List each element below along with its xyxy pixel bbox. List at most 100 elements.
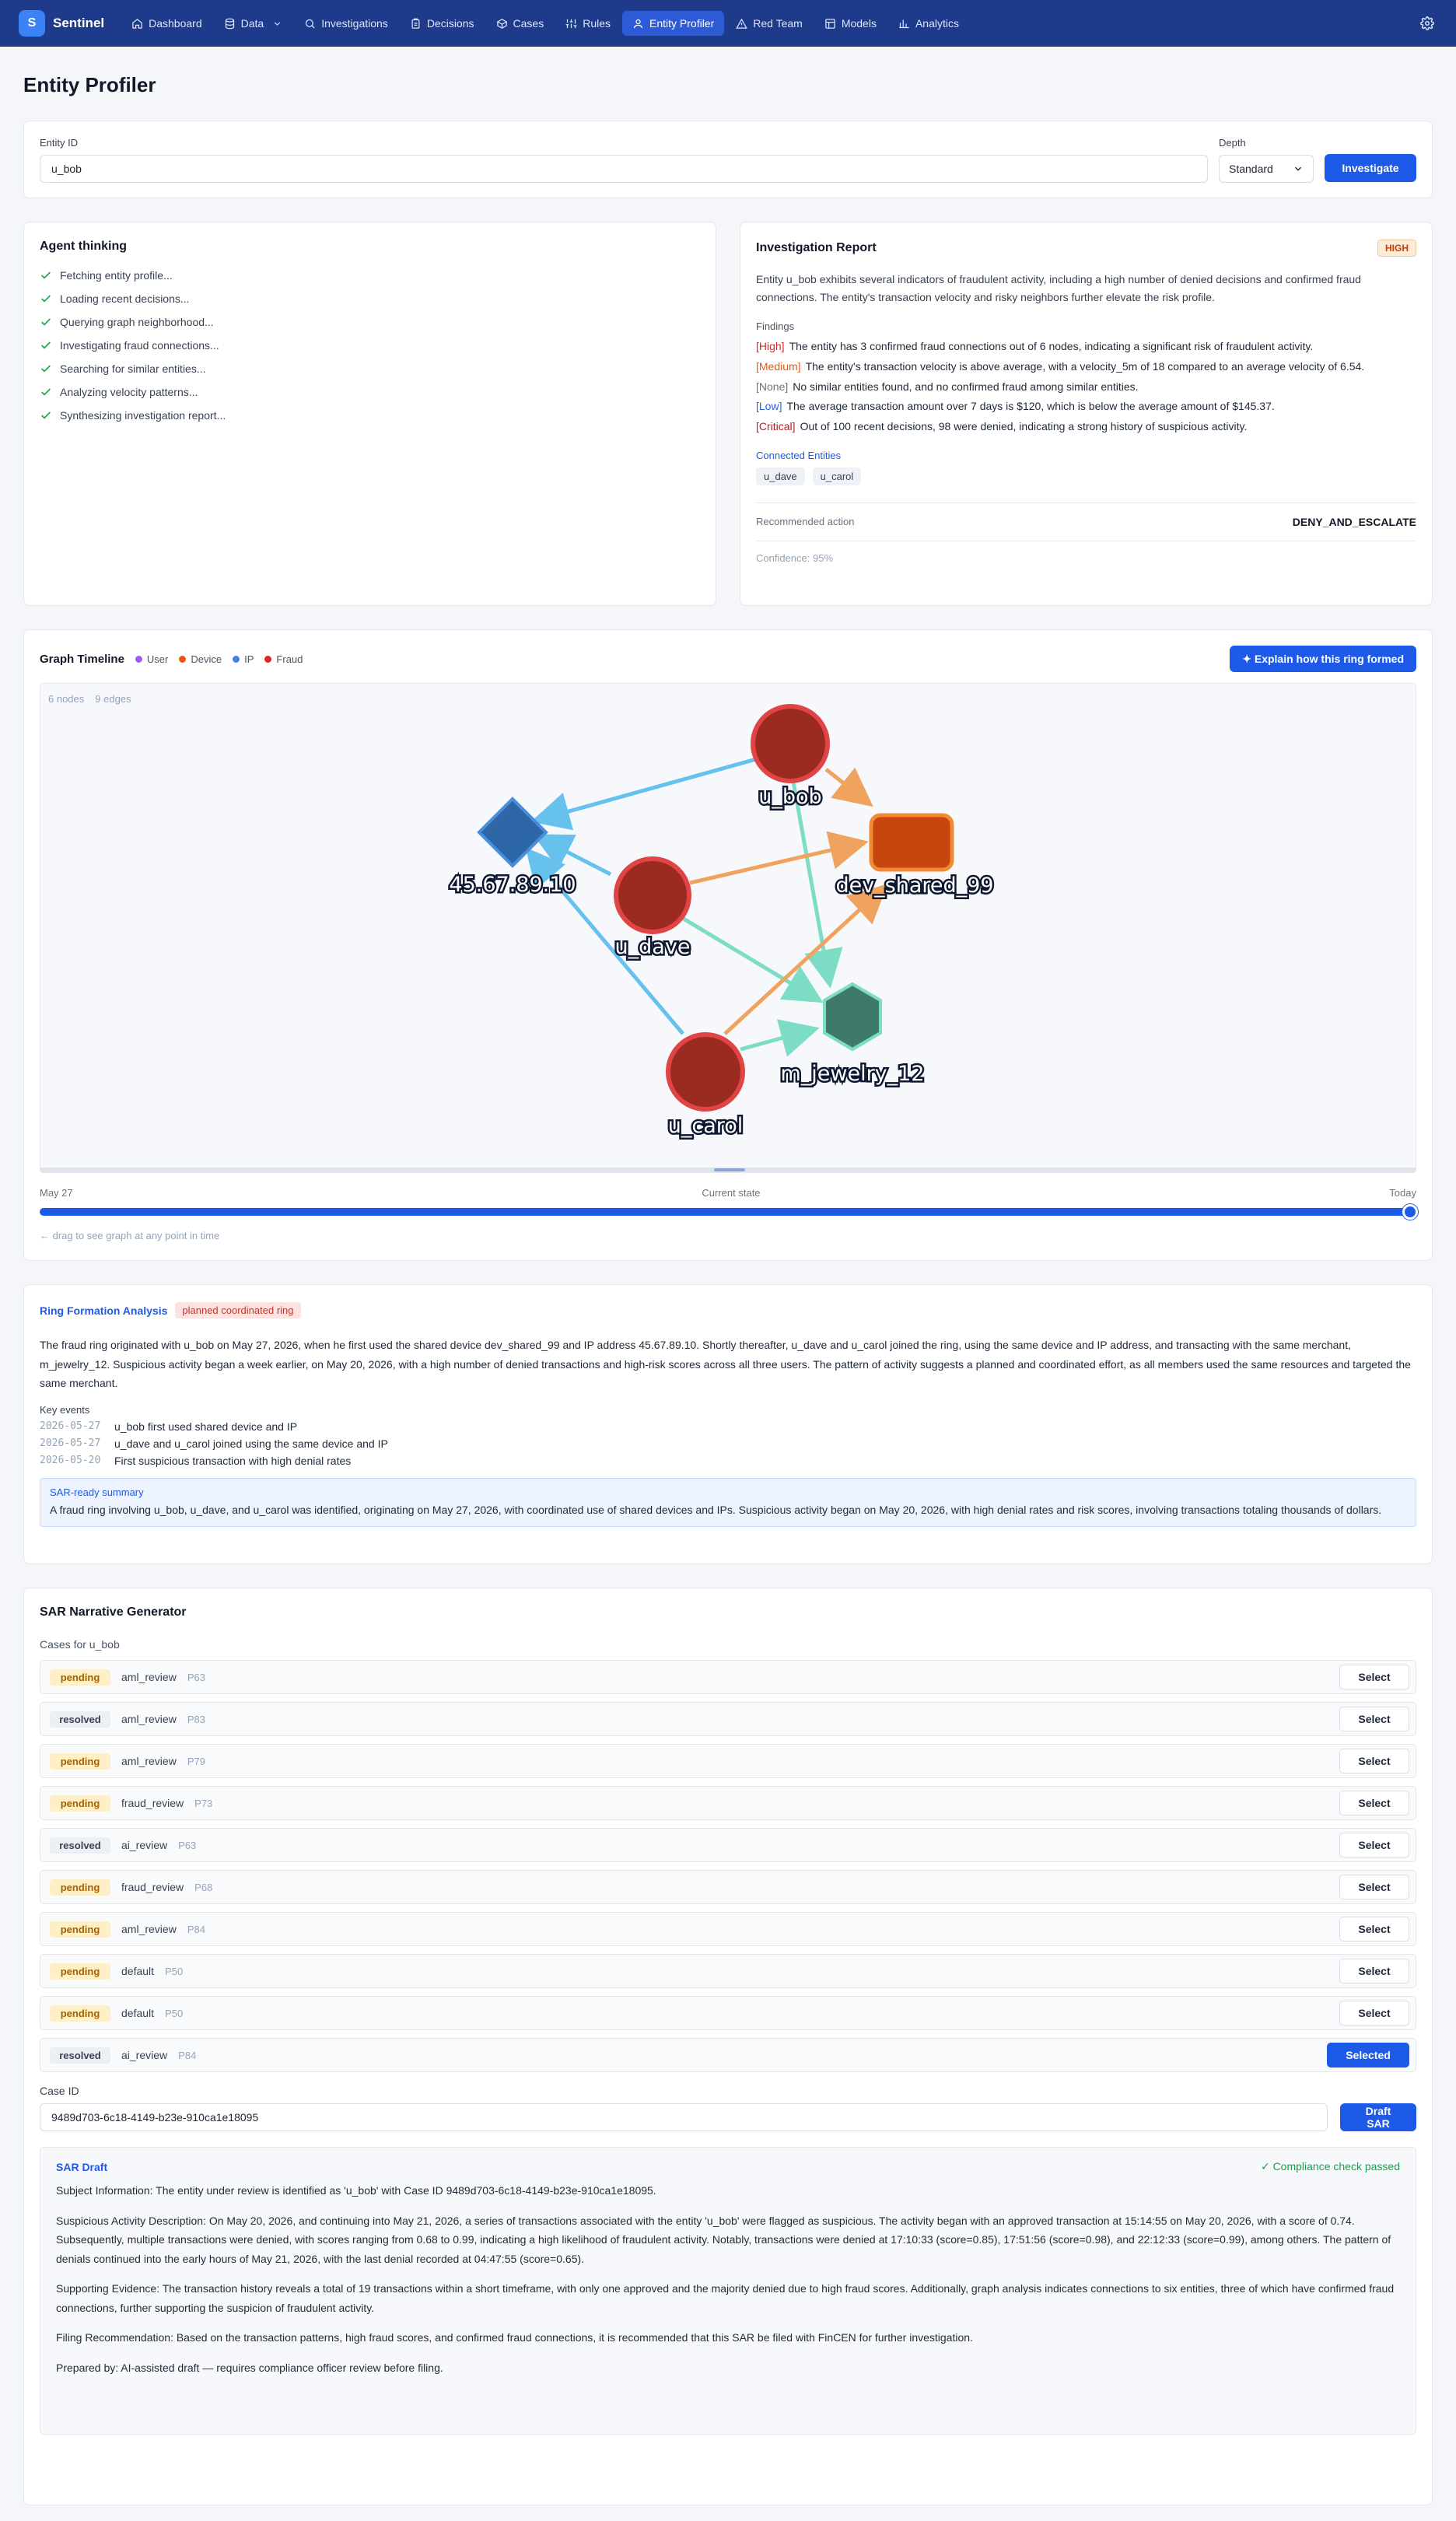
edge-bob-dev (824, 767, 873, 807)
explain-ring-button[interactable]: ✦ Explain how this ring formed (1230, 646, 1416, 672)
nav-item-cases[interactable]: Cases (486, 11, 555, 36)
case-id-input[interactable]: 9489d703-6c18-4149-b23e-910ca1e18095 (40, 2103, 1328, 2131)
nav-label: Analytics (915, 17, 959, 30)
nav-item-models[interactable]: Models (814, 11, 887, 36)
case-select-button[interactable]: Select (1339, 1833, 1409, 1857)
case-row[interactable]: pending default P50 Select (40, 1996, 1416, 2030)
alert-triangle-icon (736, 18, 748, 29)
check-icon (40, 339, 52, 352)
node-merchant[interactable] (823, 982, 882, 1052)
recommended-action-label: Recommended action (756, 515, 855, 527)
nav-item-rules[interactable]: Rules (555, 11, 621, 36)
connected-entity-chip[interactable]: u_carol (812, 467, 862, 485)
graph-svg: u_bob 45.67.89.10 dev_shared_99 u_dave m… (447, 704, 996, 1140)
connected-entities-label: Connected Entities (756, 449, 842, 461)
key-events-list: 2026-05-27 u_bob first used shared device… (40, 1420, 1416, 1467)
finding-item: [Low] The average transaction amount over… (756, 398, 1416, 415)
case-select-button[interactable]: Select (1339, 1749, 1409, 1773)
case-id-row: 9489d703-6c18-4149-b23e-910ca1e18095 Dra… (40, 2103, 1416, 2131)
check-icon (40, 386, 52, 398)
case-priority: P63 (187, 1671, 205, 1683)
legend-item-user: User (135, 653, 168, 665)
settings-gear-icon[interactable] (1417, 13, 1437, 33)
sar-draft-paragraph: Prepared by: AI-assisted draft — require… (56, 2361, 443, 2374)
case-priority: P73 (194, 1797, 213, 1809)
connected-entity-chip[interactable]: u_dave (756, 467, 805, 485)
key-event-text: u_dave and u_carol joined using the same… (114, 1437, 388, 1450)
legend-item-ip: IP (233, 653, 254, 665)
nav-item-investigations[interactable]: Investigations (294, 11, 398, 36)
finding-text: Out of 100 recent decisions, 98 were den… (800, 419, 1248, 432)
nav-item-dashboard[interactable]: Dashboard (121, 11, 212, 36)
nav-item-analytics[interactable]: Analytics (888, 11, 969, 36)
key-event-date: 2026-05-20 (40, 1454, 101, 1466)
case-row[interactable]: pending aml_review P84 Select (40, 1912, 1416, 1946)
case-row[interactable]: pending fraud_review P68 Select (40, 1870, 1416, 1904)
node-device[interactable] (869, 813, 954, 872)
key-event-text: First suspicious transaction with high d… (114, 1454, 352, 1467)
node-ip[interactable] (477, 797, 548, 868)
case-row[interactable]: pending default P50 Select (40, 1954, 1416, 1988)
connected-entities: u_dave u_carol (756, 467, 1416, 485)
case-row[interactable]: resolved aml_review P83 Select (40, 1702, 1416, 1736)
agent-step-text: Searching for similar entities... (60, 362, 206, 375)
case-select-button[interactable]: Select (1339, 1707, 1409, 1731)
case-select-button[interactable]: Select (1339, 1959, 1409, 1984)
nav-item-decisions[interactable]: Decisions (400, 11, 485, 36)
case-status-badge: resolved (50, 2047, 110, 2064)
node-u-carol[interactable] (666, 1032, 745, 1112)
case-select-button[interactable]: Select (1339, 1791, 1409, 1815)
nav-item-red-team[interactable]: Red Team (726, 11, 813, 36)
nav-item-data[interactable]: Data (214, 11, 293, 36)
legend-item-device: Device (179, 653, 222, 665)
case-status-badge: resolved (50, 1836, 110, 1854)
investigate-button[interactable]: Investigate (1325, 154, 1416, 182)
key-event: 2026-05-20 First suspicious transaction w… (40, 1455, 1416, 1467)
timeline-current: Current state (702, 1187, 761, 1199)
legend-dot (264, 655, 272, 663)
node-u-dave[interactable] (614, 856, 691, 934)
key-event-text: u_bob first used shared device and IP (114, 1420, 298, 1433)
timeline-slider[interactable] (40, 1204, 1418, 1220)
entity-form-card: Entity ID u_bob Depth Standard Investiga… (23, 121, 1433, 198)
draft-sar-button[interactable]: Draft SAR (1340, 2103, 1416, 2131)
nav-item-entity-profiler[interactable]: Entity Profiler (622, 11, 725, 36)
agent-step-text: Synthesizing investigation report... (60, 409, 226, 422)
legend-label: Fraud (276, 653, 303, 665)
entity-id-input[interactable]: u_bob (40, 155, 1208, 183)
sar-draft-title: SAR Draft (56, 2160, 108, 2173)
graph-scrollbar-thumb[interactable] (714, 1168, 745, 1171)
nav-items: Dashboard Data Investigations Decisions Case… (121, 11, 969, 36)
legend-label: User (146, 653, 169, 665)
nav-label: Investigations (321, 17, 388, 30)
check-icon (40, 292, 52, 305)
finding-severity: [Critical] (756, 419, 796, 432)
ring-title: Ring Formation Analysis (40, 1304, 168, 1317)
case-row[interactable]: pending aml_review P79 Select (40, 1744, 1416, 1778)
case-row[interactable]: resolved ai_review P63 Select (40, 1828, 1416, 1862)
legend-dot (135, 655, 142, 663)
nav-label: Cases (513, 17, 544, 30)
case-row[interactable]: resolved ai_review P84 Selected (40, 2038, 1416, 2072)
timeline-start: May 27 (40, 1187, 73, 1199)
timeline-slider-thumb[interactable] (1402, 1204, 1418, 1220)
case-select-button[interactable]: Select (1339, 2001, 1409, 2026)
layout-icon (825, 18, 835, 29)
case-select-button[interactable]: Select (1339, 1665, 1409, 1689)
case-select-button[interactable]: Select (1339, 1917, 1409, 1942)
node-u-bob[interactable] (751, 704, 830, 783)
graph-canvas[interactable]: 6 nodes 9 edges u_bob 45.67.89.10 dev_sh… (40, 683, 1416, 1173)
sar-generator-title: SAR Narrative Generator (40, 1605, 187, 1619)
depth-select[interactable]: Standard (1219, 155, 1314, 183)
case-row[interactable]: pending fraud_review P73 Select (40, 1786, 1416, 1820)
case-select-button[interactable]: Select (1339, 1875, 1409, 1900)
chevron-down-icon (275, 21, 281, 26)
edge-dave-ip (533, 834, 612, 877)
entity-id-label: Entity ID (40, 137, 79, 149)
brand[interactable]: S Sentinel (19, 10, 104, 37)
case-priority: P79 (187, 1755, 205, 1767)
finding-severity: [None] (756, 380, 789, 393)
case-row[interactable]: pending aml_review P63 Select (40, 1660, 1416, 1694)
case-selected-button[interactable]: Selected (1327, 2043, 1409, 2068)
node-label-u-bob: u_bob (758, 785, 821, 809)
